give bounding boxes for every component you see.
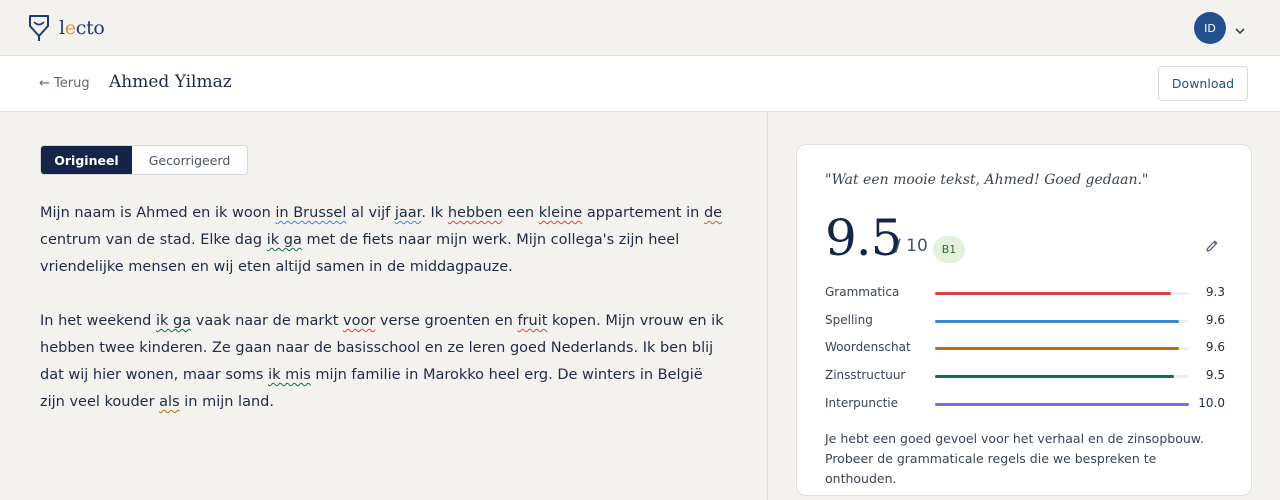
avatar[interactable]: ID: [1194, 12, 1226, 44]
metric-label: Zinsstructuur: [825, 368, 906, 382]
feedback-text: Je hebt een goed gevoel voor het verhaal…: [825, 431, 1204, 486]
metric-track: [935, 375, 1189, 378]
score-max: / 10: [895, 236, 928, 256]
metric-fill: [935, 403, 1189, 406]
marked-word[interactable]: ik ga: [156, 313, 191, 329]
marked-word[interactable]: de: [704, 205, 722, 221]
marked-word[interactable]: hebben: [448, 205, 503, 221]
top-bar: lecto ID: [0, 0, 1280, 56]
metric-spelling: Spelling 9.6: [825, 313, 1225, 331]
marked-word[interactable]: in Brussel: [275, 205, 346, 221]
essay-pane: Origineel Gecorrigeerd Mijn naam is Ahme…: [0, 112, 768, 500]
metric-value: 9.5: [1205, 368, 1225, 382]
marked-word[interactable]: fruit: [517, 313, 547, 329]
pencil-icon[interactable]: [1204, 238, 1220, 258]
level-badge: B1: [933, 236, 965, 263]
logo-text: lecto: [59, 17, 105, 39]
metric-punctuation: Interpunctie 10.0: [825, 396, 1225, 414]
metric-track: [935, 347, 1189, 350]
metric-label: Woordenschat: [825, 340, 911, 354]
header-bar: ← Terug Ahmed Yilmaz Download: [0, 56, 1280, 112]
metric-value: 10.0: [1198, 396, 1225, 410]
view-toggle: Origineel Gecorrigeerd: [40, 145, 248, 175]
score-value: 9.5: [825, 209, 903, 267]
metric-vocabulary: Woordenschat 9.6: [825, 340, 1225, 358]
metric-track: [935, 320, 1189, 323]
page-title: Ahmed Yilmaz: [109, 72, 232, 92]
teacher-quote: "Wat een mooie tekst, Ahmed! Goed gedaan…: [825, 172, 1149, 188]
metric-sentence-structure: Zinsstructuur 9.5: [825, 368, 1225, 386]
metric-label: Grammatica: [825, 285, 900, 299]
back-link[interactable]: ← Terug: [39, 76, 90, 91]
marked-word[interactable]: ik ga: [267, 232, 302, 248]
marked-word[interactable]: jaar: [395, 205, 421, 221]
marked-word[interactable]: kleine: [539, 205, 583, 221]
chevron-down-icon[interactable]: [1234, 22, 1246, 41]
essay-text: Mijn naam is Ahmed en ik woon in Brussel…: [40, 200, 730, 443]
metric-fill: [935, 375, 1174, 378]
essay-paragraph: In het weekend ik ga vaak naar de markt …: [40, 313, 724, 410]
metric-grammar: Grammatica 9.3: [825, 285, 1225, 303]
metric-value: 9.6: [1205, 313, 1225, 327]
score-card: "Wat een mooie tekst, Ahmed! Goed gedaan…: [796, 144, 1252, 496]
tab-original[interactable]: Origineel: [41, 146, 132, 174]
download-button[interactable]: Download: [1158, 66, 1248, 101]
metric-fill: [935, 320, 1179, 323]
metric-track: [935, 403, 1189, 406]
marked-word[interactable]: als: [159, 394, 179, 410]
essay-paragraph: Mijn naam is Ahmed en ik woon in Brussel…: [40, 205, 723, 275]
metric-fill: [935, 347, 1179, 350]
marked-word[interactable]: voor: [343, 313, 375, 329]
metric-label: Spelling: [825, 313, 873, 327]
metric-value: 9.6: [1205, 340, 1225, 354]
lecto-logo-icon: [28, 14, 50, 42]
metric-label: Interpunctie: [825, 396, 899, 410]
marked-word[interactable]: ik mis: [268, 367, 311, 383]
logo[interactable]: lecto: [28, 14, 105, 42]
metric-track: [935, 292, 1189, 295]
metric-fill: [935, 292, 1172, 295]
tab-corrected[interactable]: Gecorrigeerd: [132, 146, 247, 174]
metric-value: 9.3: [1205, 285, 1225, 299]
